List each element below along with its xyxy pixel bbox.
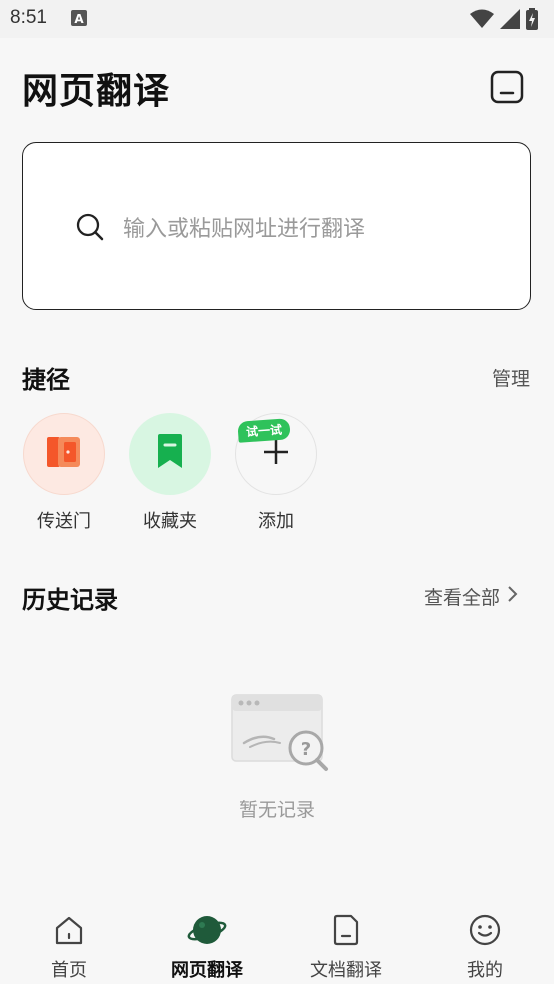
battery-icon	[526, 8, 538, 34]
notification-a-icon: A	[71, 10, 87, 30]
shortcut-portal-circle	[23, 413, 105, 495]
nav-item-profile[interactable]: 我的	[430, 912, 540, 982]
shortcut-portal[interactable]: 传送门	[22, 413, 106, 533]
shortcut-add[interactable]: 试一试 添加	[234, 413, 318, 533]
page-title: 网页翻译	[22, 71, 171, 112]
plus-icon	[262, 438, 290, 470]
status-time: 8:51	[10, 7, 47, 28]
shortcut-label: 添加	[258, 511, 294, 532]
url-search-input[interactable]: 输入或粘贴网址进行翻译	[22, 142, 531, 310]
nav-item-doc-translate[interactable]: 文档翻译	[291, 912, 401, 982]
status-bar: 8:51 A	[0, 0, 554, 38]
bookmark-icon	[154, 433, 186, 475]
try-badge: 试一试	[237, 418, 291, 443]
empty-history-text: 暂无记录	[238, 799, 315, 821]
svg-text:?: ?	[301, 739, 311, 760]
wifi-icon	[470, 9, 494, 33]
nav-item-home[interactable]: 首页	[14, 912, 124, 982]
home-icon	[14, 912, 124, 948]
smile-face-icon	[430, 912, 540, 948]
view-all-label: 查看全部	[424, 587, 501, 609]
shortcuts-title: 捷径	[22, 366, 70, 394]
shortcut-add-circle: 试一试	[235, 413, 317, 495]
document-icon[interactable]	[490, 70, 524, 104]
search-icon	[76, 213, 104, 245]
chevron-right-icon	[506, 585, 518, 608]
search-placeholder: 输入或粘贴网址进行翻译	[123, 217, 366, 242]
shortcut-label: 收藏夹	[143, 511, 197, 532]
nav-label: 网页翻译	[171, 960, 243, 981]
nav-label: 文档翻译	[310, 960, 382, 981]
history-title: 历史记录	[22, 586, 118, 614]
planet-icon	[152, 912, 262, 948]
document-icon	[291, 912, 401, 948]
bottom-nav: 首页 网页翻译 文档翻译 我的	[0, 900, 554, 984]
svg-text:A: A	[74, 12, 84, 26]
nav-label: 首页	[51, 960, 87, 981]
view-all-button[interactable]: 查看全部	[424, 583, 518, 610]
shortcut-favorites[interactable]: 收藏夹	[128, 413, 212, 533]
portal-door-icon	[45, 433, 83, 475]
signal-icon	[500, 9, 520, 33]
empty-history-illustration: ?	[230, 693, 330, 777]
nav-label: 我的	[467, 960, 503, 981]
shortcut-favorites-circle	[129, 413, 211, 495]
nav-item-web-translate[interactable]: 网页翻译	[152, 912, 262, 982]
manage-button[interactable]: 管理	[492, 364, 530, 391]
shortcut-label: 传送门	[37, 511, 91, 532]
